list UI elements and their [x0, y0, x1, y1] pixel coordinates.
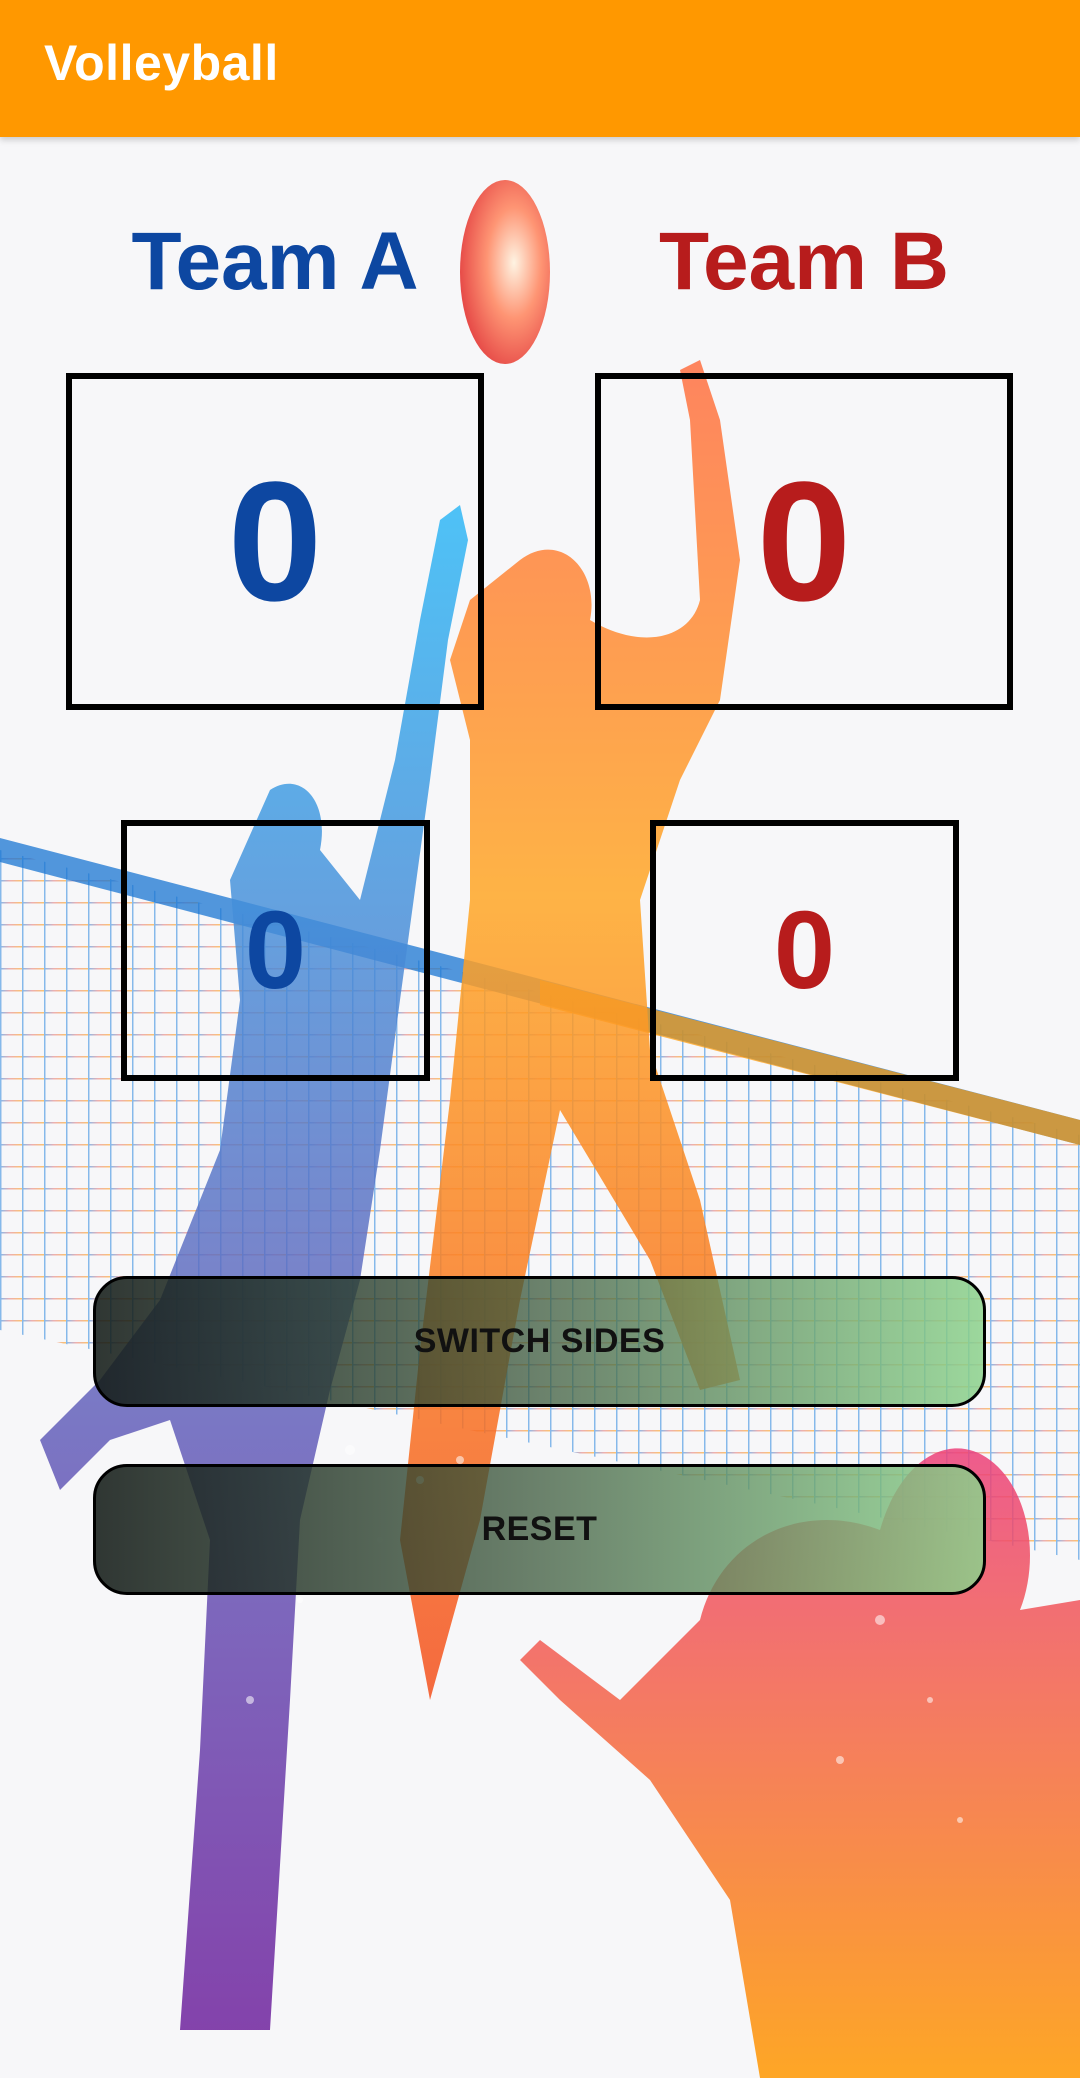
team-b-sets-value: 0	[773, 889, 836, 1012]
team-a-sets-value: 0	[244, 889, 307, 1012]
team-b-score[interactable]: 0	[595, 373, 1013, 710]
team-b-score-value: 0	[756, 446, 852, 637]
app-bar: Volleyball	[0, 0, 1080, 137]
switch-sides-button[interactable]: SWITCH SIDES	[93, 1276, 986, 1407]
team-a-sets[interactable]: 0	[121, 820, 430, 1081]
team-a-score[interactable]: 0	[66, 373, 484, 710]
team-a-name: Team A	[131, 216, 419, 307]
app-title: Volleyball	[44, 35, 279, 91]
team-b-name: Team B	[658, 216, 950, 307]
team-a-score-value: 0	[227, 446, 323, 637]
reset-button[interactable]: RESET	[93, 1464, 986, 1595]
team-b-sets[interactable]: 0	[650, 820, 959, 1081]
